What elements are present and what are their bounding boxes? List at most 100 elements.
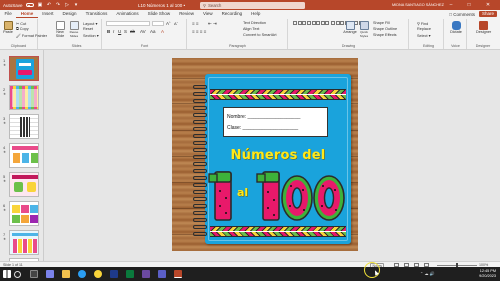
customize-toolbar-icon[interactable]: ▾ [74, 2, 79, 8]
designer-button[interactable]: Designer [476, 21, 491, 34]
tab-view[interactable]: View [198, 10, 217, 18]
tab-animations[interactable]: Animations [112, 10, 143, 18]
shapes-gallery[interactable] [293, 21, 368, 27]
paste-icon [3, 21, 13, 30]
excel-icon[interactable] [126, 270, 134, 278]
present-icon[interactable]: ▷ [65, 2, 70, 8]
decrease-font-icon[interactable]: Aˇ [174, 21, 178, 26]
slide-thumbnail-6[interactable]: 6 ★ [2, 201, 42, 228]
search-placeholder: Search [208, 2, 222, 8]
cut-button[interactable]: ✂ Cut [16, 21, 26, 26]
slide-thumbnail-3[interactable]: 3 ★ [2, 114, 42, 141]
format-painter-button[interactable]: 🖌 Format Painter [16, 33, 47, 38]
tab-design[interactable]: Design [58, 10, 81, 18]
teams-chat-icon[interactable] [158, 270, 166, 278]
name-card[interactable]: Nombre: ___________________ Clase: _____… [223, 107, 328, 137]
quick-styles-button[interactable]: Quick Styles [357, 21, 371, 38]
bullets-icon[interactable]: ≡ ≡ [192, 21, 199, 26]
comments-label: Comments [453, 11, 475, 17]
shape-effects-button[interactable]: Shape Effects [373, 33, 397, 37]
paragraph-group: ≡ ≡ ⇤ ⇥ ≡ ≡ ≡ ≡ Text Direction Align Tex… [188, 19, 288, 49]
teams-icon[interactable] [46, 270, 54, 278]
layout-button[interactable]: Layout ▾ [83, 21, 97, 26]
slide-thumbnail-7[interactable]: 7 ★ [2, 230, 42, 257]
start-icon[interactable] [3, 270, 11, 278]
find-button[interactable]: ⚲ Find [417, 21, 428, 26]
undo-icon[interactable]: ↶ [47, 2, 52, 8]
font-color-icon[interactable]: A [161, 29, 164, 34]
underline-button[interactable]: U [118, 29, 121, 34]
slide-thumbnail-4[interactable]: 4 ★ [2, 143, 42, 170]
align-text-button[interactable]: Align Text [243, 27, 259, 31]
search-icon: ⚲ [203, 2, 207, 8]
autosave-toggle[interactable] [25, 3, 34, 7]
redo-icon[interactable]: ↷ [56, 2, 61, 8]
numbers-artwork[interactable] [205, 166, 351, 224]
search-box[interactable]: ⚲ Search [200, 1, 305, 9]
shape-outline-button[interactable]: Shape Outline [373, 27, 397, 31]
share-button[interactable]: Share [478, 11, 497, 17]
reuse-slides-button[interactable]: Reuse Slides [67, 21, 81, 38]
slide-thumbnail-2[interactable]: 2 ★ [2, 85, 42, 112]
font-family-select[interactable] [106, 21, 150, 26]
reset-button[interactable]: Reset [83, 27, 93, 31]
smartart-button[interactable]: Convert to SmartArt [243, 33, 277, 37]
new-slide-icon [55, 21, 65, 30]
shape-outline-label: Shape Outline [373, 27, 398, 31]
tab-review[interactable]: Review [175, 10, 199, 18]
slide-thumbnail-5[interactable]: 5 ★ [2, 172, 42, 199]
arrange-button[interactable]: Arrange [343, 21, 357, 34]
replace-button[interactable]: Replace [417, 27, 431, 31]
dictate-button[interactable]: Dictate [449, 21, 463, 34]
tab-home[interactable]: Home [16, 10, 38, 18]
close-button[interactable]: ✕ [481, 0, 495, 10]
increase-font-icon[interactable]: Aˆ [166, 21, 171, 26]
comments-button[interactable]: □ Comments [449, 12, 475, 17]
slide-headline[interactable]: Números del [205, 148, 351, 163]
powerpoint-icon[interactable] [174, 270, 182, 278]
font-size-select[interactable] [152, 21, 164, 26]
drawing-group: Arrange Quick Styles Shape Fill Shape Ou… [289, 19, 409, 49]
tab-transitions[interactable]: Transitions [81, 10, 112, 18]
shadow-button[interactable]: S [124, 29, 127, 34]
section-button[interactable]: Section ▾ [83, 33, 99, 38]
chrome-icon[interactable] [94, 270, 102, 278]
text-direction-button[interactable]: Text Direction [243, 21, 266, 25]
slide-thumbnails-panel[interactable]: 1 ★ 2 ★ 3 ★ 4 ★ 5 ★ 6 ★ 7 ★ [0, 50, 44, 261]
task-view-icon[interactable] [30, 270, 38, 278]
tab-slide-show[interactable]: Slide Show [143, 10, 175, 18]
tray-icons[interactable]: ⌃ ☁ 🔊 [420, 271, 435, 276]
al-text[interactable]: al [237, 186, 248, 199]
edge-icon[interactable] [78, 270, 86, 278]
bold-button[interactable]: B [107, 29, 110, 34]
copy-button[interactable]: ⧉ Copy [16, 27, 29, 31]
italic-button[interactable]: I [113, 29, 114, 34]
new-slide-label: New Slide [55, 30, 65, 38]
indent-icon[interactable]: ⇤ ⇥ [208, 21, 217, 27]
file-explorer-icon[interactable] [62, 270, 70, 278]
shape-fill-button[interactable]: Shape Fill [373, 21, 390, 25]
paste-button[interactable]: Paste [1, 21, 15, 34]
user-name[interactable]: MIDNA SANTIAGO SÁNCHEZ [392, 3, 444, 7]
onenote-icon[interactable] [142, 270, 150, 278]
save-icon[interactable]: ▣ [38, 2, 43, 8]
taskbar-clock[interactable]: 12:45 PM 9/20/2023 [479, 269, 496, 279]
word-icon[interactable] [110, 270, 118, 278]
transition-star-icon: ★ [3, 179, 7, 183]
clock-date: 9/20/2023 [479, 274, 496, 278]
new-slide-button[interactable]: New Slide [53, 21, 67, 38]
change-case-icon[interactable]: Aa [150, 29, 156, 34]
spacing-icon[interactable]: AV [140, 29, 146, 34]
slide-thumbnail-1[interactable]: 1 ★ [2, 56, 42, 83]
tab-help[interactable]: Help [247, 10, 265, 18]
tab-insert[interactable]: Insert [38, 10, 58, 18]
transition-star-icon: ★ [3, 208, 7, 212]
minimize-button[interactable]: – [444, 0, 458, 10]
strikethrough-button[interactable]: ab [130, 29, 135, 34]
align-icons[interactable]: ≡ ≡ ≡ ≡ [192, 29, 206, 34]
taskbar-search-icon[interactable] [14, 271, 21, 278]
maximize-button[interactable]: □ [462, 0, 476, 10]
select-button[interactable]: Select ▾ [417, 33, 431, 38]
tab-recording[interactable]: Recording [217, 10, 247, 18]
tab-file[interactable]: File [0, 10, 16, 18]
